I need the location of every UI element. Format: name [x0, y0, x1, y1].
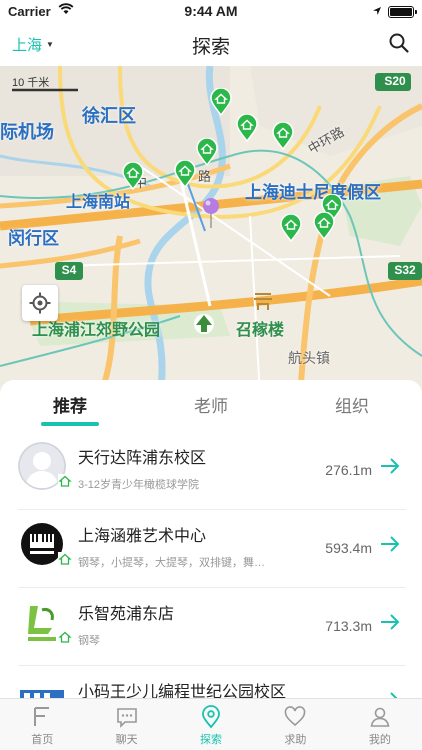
map-scale-label: 10 千米	[12, 77, 50, 89]
user-icon	[370, 707, 390, 727]
locate-button[interactable]	[22, 285, 58, 321]
crosshair-icon	[29, 292, 51, 314]
nav-bar: 上海 ▼ 探索	[0, 22, 422, 66]
map-label-south-station: 上海南站	[66, 194, 131, 211]
page-title: 探索	[191, 37, 230, 58]
item-title: 天行达阵浦东校区	[78, 450, 207, 467]
search-button[interactable]	[388, 32, 410, 54]
item-title: 小码王少儿编程世纪公园校区	[78, 684, 287, 698]
results-sheet: 推荐 老师 组织 天行达阵浦东校区 3-12岁青少年橄榄球学院 276.1m 上…	[0, 380, 422, 698]
school-marker[interactable]	[280, 214, 302, 242]
tabbar-label: 探索	[200, 734, 223, 746]
map-label-hangtou: 航头镇	[288, 350, 330, 366]
category-tabs: 推荐 老师 组织	[0, 380, 422, 426]
school-marker[interactable]	[272, 122, 294, 150]
school-marker[interactable]	[313, 212, 335, 240]
tabbar-label: 首页	[31, 734, 54, 746]
arrow-right-icon	[390, 692, 398, 698]
school-marker[interactable]	[196, 138, 218, 166]
battery-icon	[388, 5, 417, 18]
navigate-arrow-button[interactable]	[378, 454, 402, 478]
list-item[interactable]: 天行达阵浦东校区 3-12岁青少年橄榄球学院 276.1m	[18, 432, 406, 510]
tabbar-label: 我的	[368, 734, 391, 746]
tab-recommend[interactable]: 推荐	[0, 392, 140, 417]
map-label-minhang: 闵行区	[8, 229, 59, 248]
navigate-arrow-button[interactable]	[378, 610, 402, 634]
home-icon	[58, 552, 72, 566]
tab-teacher[interactable]: 老师	[141, 392, 281, 417]
item-distance: 593.4m	[325, 540, 372, 556]
battery-level	[390, 7, 412, 16]
map-view[interactable]: 10 千米 徐汇区 际机场 上海南站 闵行区 上海迪士尼度假区 上海浦江郊野公园…	[0, 66, 422, 396]
school-marker[interactable]	[210, 88, 232, 116]
item-subtitle: 3-12岁青少年橄榄球学院	[78, 479, 200, 491]
list-item[interactable]: 乐智苑浦东店 钢琴 713.3m	[18, 588, 406, 666]
item-distance: 276.1m	[325, 462, 372, 478]
shield-s20: S20	[384, 74, 406, 88]
tab-indicator	[41, 422, 99, 426]
map-label-lu: 路	[198, 169, 212, 184]
school-list: 天行达阵浦东校区 3-12岁青少年橄榄球学院 276.1m 上海涵雅艺术中心 钢…	[0, 432, 422, 698]
item-subtitle: 钢琴	[78, 635, 100, 647]
item-title: 乐智苑浦东店	[78, 606, 175, 623]
shield-s32: S32	[394, 263, 416, 277]
tabbar-item-home[interactable]: 首页	[0, 699, 84, 750]
tabbar-label: 聊天	[115, 734, 138, 746]
status-time: 9:44 AM	[184, 3, 238, 19]
map-label-airport: 际机场	[0, 122, 54, 142]
status-bar: Carrier 9:44 AM	[0, 0, 422, 22]
map-label-xuhui: 徐汇区	[82, 106, 136, 126]
heart-icon	[285, 706, 306, 727]
tabbar-item-help[interactable]: 求助	[253, 699, 337, 750]
arrow-right-icon	[381, 614, 400, 630]
home-icon	[58, 474, 72, 488]
tabbar-item-explore[interactable]: 探索	[169, 699, 253, 750]
map-label-zhaojialou: 召稼楼	[236, 322, 285, 339]
home-f-icon	[34, 707, 50, 726]
map-label-disney: 上海迪士尼度假区	[245, 183, 381, 202]
school-marker[interactable]	[236, 114, 258, 142]
avatar	[18, 676, 66, 698]
school-marker[interactable]	[122, 162, 144, 190]
bottom-tab-bar: 首页 聊天 探索 求助 我的	[0, 698, 422, 750]
chat-icon	[116, 708, 137, 728]
navigate-arrow-button[interactable]	[378, 532, 402, 556]
list-item[interactable]: 上海涵雅艺术中心 钢琴，小提琴，大提琴，双排键，舞… 593.4m	[18, 510, 406, 588]
tab-organization[interactable]: 组织	[282, 392, 422, 417]
tabbar-item-mine[interactable]: 我的	[338, 699, 422, 750]
tabbar-label: 求助	[284, 734, 307, 746]
school-marker[interactable]	[174, 160, 196, 188]
arrow-right-icon	[381, 536, 400, 552]
location-arrow-icon	[372, 4, 382, 19]
list-item[interactable]: 小码王少儿编程世纪公园校区	[18, 666, 406, 698]
navigate-arrow-button[interactable]	[378, 688, 402, 698]
tabbar-item-chat[interactable]: 聊天	[84, 699, 168, 750]
shield-s4: S4	[61, 263, 77, 277]
item-title: 上海涵雅艺术中心	[78, 528, 207, 545]
search-icon	[389, 33, 409, 53]
arrow-right-icon	[381, 458, 400, 474]
item-distance: 713.3m	[325, 618, 372, 634]
location-pin-icon	[202, 705, 220, 729]
item-subtitle: 钢琴，小提琴，大提琴，双排键，舞…	[78, 557, 265, 569]
home-icon	[58, 630, 72, 644]
